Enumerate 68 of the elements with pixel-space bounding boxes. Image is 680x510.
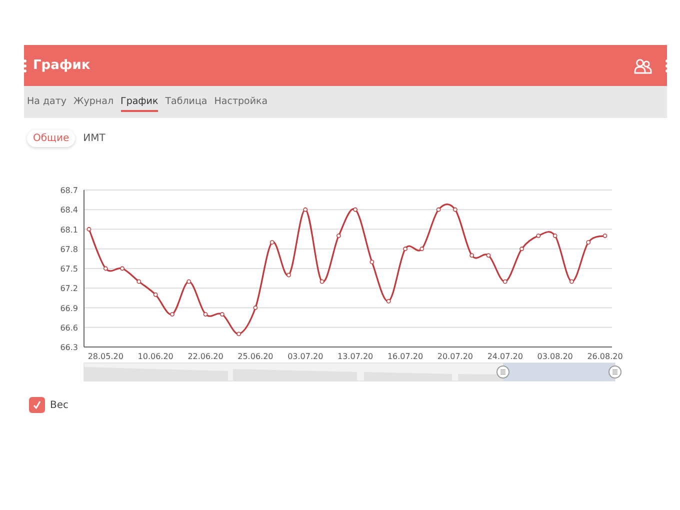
data-point xyxy=(270,240,274,245)
data-point xyxy=(170,312,174,316)
axis-label: 68.4 xyxy=(60,206,78,215)
axis-label: 66.3 xyxy=(60,343,78,352)
data-point xyxy=(536,234,541,238)
axis-label: 68.1 xyxy=(60,225,78,234)
data-point xyxy=(336,234,341,238)
axis-label: 26.08.20 xyxy=(587,352,623,361)
axis-label: 10.06.20 xyxy=(138,352,174,361)
axis-label: 03.08.20 xyxy=(537,352,573,361)
data-point xyxy=(86,227,92,232)
data-point xyxy=(570,279,574,284)
data-point xyxy=(136,279,142,284)
axis-label: 67.5 xyxy=(60,264,78,274)
slider-handle[interactable] xyxy=(608,366,622,378)
segment-tab[interactable]: ИМТ xyxy=(77,130,112,147)
data-point xyxy=(153,292,158,297)
axis-label: 67.8 xyxy=(60,244,78,254)
data-point xyxy=(303,207,308,212)
axis-label: 16.07.20 xyxy=(387,352,424,361)
data-point xyxy=(286,272,291,278)
axis-label: 20.07.20 xyxy=(437,352,473,361)
data-point xyxy=(470,253,474,258)
axis-label: 66.6 xyxy=(60,323,78,332)
data-point xyxy=(586,240,591,245)
data-point xyxy=(420,246,424,252)
axis-label: 25.06.20 xyxy=(238,352,274,361)
zoom-slider[interactable] xyxy=(84,362,616,382)
tab[interactable]: На дату xyxy=(27,92,67,112)
checkbox[interactable] xyxy=(29,397,45,413)
data-point xyxy=(353,207,358,212)
data-point xyxy=(453,207,458,212)
axis-label: 67.2 xyxy=(60,284,78,294)
menu-icon[interactable] xyxy=(23,58,27,72)
data-point xyxy=(220,312,224,316)
check-icon xyxy=(32,400,42,410)
segment-tab[interactable]: Общие xyxy=(27,130,76,147)
axis-label: 66.9 xyxy=(60,304,78,313)
data-point xyxy=(520,246,524,252)
data-point xyxy=(320,279,324,284)
data-point xyxy=(386,299,391,304)
tab[interactable]: Настройка xyxy=(214,92,268,112)
data-point xyxy=(602,234,608,238)
axis-label: 28.05.20 xyxy=(88,352,124,361)
legend-label: Вес xyxy=(50,400,69,410)
axis-label: 03.07.20 xyxy=(288,352,324,361)
tab[interactable]: Таблица xyxy=(165,92,208,112)
data-point xyxy=(436,207,441,212)
data-point xyxy=(552,234,558,238)
data-point xyxy=(253,306,258,310)
data-point xyxy=(403,246,408,252)
data-point xyxy=(203,312,208,316)
data-point xyxy=(103,266,108,271)
axis-label: 24.07.20 xyxy=(487,352,523,361)
data-point xyxy=(120,266,124,271)
tab[interactable]: Журнал xyxy=(74,92,114,112)
data-point xyxy=(186,279,192,284)
data-point xyxy=(486,253,491,258)
app-title: График xyxy=(33,58,90,73)
data-point xyxy=(502,279,508,284)
data-point xyxy=(236,332,241,336)
axis-label: 13.07.20 xyxy=(338,352,374,361)
axis-label: 68.7 xyxy=(60,186,78,195)
data-point xyxy=(370,260,374,264)
more-icon[interactable] xyxy=(665,58,669,72)
axis-label: 22.06.20 xyxy=(188,352,224,361)
tab[interactable]: График xyxy=(120,92,158,112)
users-icon[interactable] xyxy=(634,58,652,74)
